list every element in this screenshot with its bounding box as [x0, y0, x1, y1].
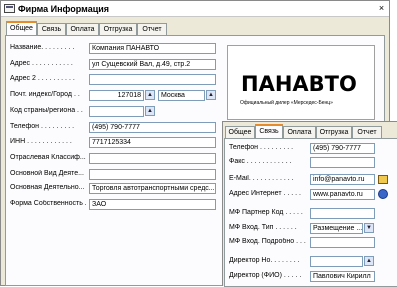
main-activity-field[interactable]: [89, 169, 216, 180]
dropdown-arrow-icon[interactable]: ▲: [364, 256, 374, 266]
close-button[interactable]: ×: [376, 3, 387, 14]
dropdown-arrow-icon[interactable]: ▲: [206, 90, 216, 100]
contact-window: Общее Связь Оплата Отгрузка Отчет Телефо…: [222, 121, 397, 287]
window-title: Фирма Информация: [18, 4, 110, 14]
name-field[interactable]: Компания ПАНАВТО: [89, 43, 216, 54]
mf-type-label: МФ Вход. Тип . . . . . .: [229, 224, 297, 231]
country-label: Код страны/региона . .: [10, 107, 83, 114]
form-icon: [4, 4, 15, 13]
inn-label: ИНН . . . . . . . . . . . .: [10, 138, 72, 145]
logo-text: ПАНАВТО: [241, 72, 357, 96]
country-field[interactable]: [89, 106, 144, 117]
address-label: Адрес . . . . . . . . . . .: [10, 60, 73, 67]
contact-phone-label: Телефон . . . . . . . . .: [229, 144, 294, 151]
name-label: Название. . . . . . . . .: [10, 44, 75, 51]
address2-field[interactable]: [89, 74, 216, 85]
website-field[interactable]: www.panavto.ru: [310, 189, 375, 200]
director-no-field[interactable]: [310, 256, 363, 267]
tab-contact[interactable]: Связь: [255, 124, 283, 138]
globe-icon[interactable]: [378, 189, 388, 199]
address2-label: Адрес 2 . . . . . . . . . .: [10, 75, 75, 82]
main-activity2-label: Основная Деятельно...: [10, 184, 85, 191]
main-activity2-field[interactable]: Торговля автотранспортными средс...: [89, 183, 216, 194]
mf-detail-field[interactable]: [310, 237, 375, 248]
mail-icon[interactable]: [378, 175, 388, 184]
phone-label: Телефон . . . . . . . . .: [10, 123, 75, 130]
dropdown-arrow-icon[interactable]: ▼: [364, 223, 374, 233]
title-bar: Фирма Информация ×: [1, 1, 389, 17]
fax-label: Факс . . . . . . . . . . . .: [229, 158, 292, 165]
industry-field[interactable]: [89, 153, 216, 164]
inn-field[interactable]: 7717125334: [89, 137, 216, 148]
contact-phone-field[interactable]: (495) 790-7777: [310, 143, 375, 154]
address-field[interactable]: ул Сущевский Вал, д.49, стр.2: [89, 59, 216, 70]
mf-type-field[interactable]: Размещение ...: [310, 223, 363, 234]
fax-field[interactable]: [310, 157, 375, 168]
main-activity-label: Основной Вид Деяте...: [10, 170, 84, 177]
company-logo: ПАНАВТО Официальный дилер «Мерседес-Бенц…: [227, 45, 375, 120]
mf-partner-field[interactable]: [310, 208, 375, 219]
email-label: E-Mail. . . . . . . . . . . .: [229, 175, 294, 182]
mf-partner-label: МФ Партнер Код . . . . .: [229, 209, 303, 216]
tab-general[interactable]: Общее: [6, 21, 37, 35]
mf-detail-label: МФ Вход. Подробно . . .: [229, 238, 306, 245]
postal-label: Почт. индекс/Город . .: [10, 91, 80, 98]
email-field[interactable]: info@panavto.ru: [310, 174, 375, 185]
logo-subtitle: Официальный дилер «Мерседес-Бенц»: [240, 100, 333, 106]
ownership-field[interactable]: ЗАО: [89, 199, 216, 210]
director-no-label: Директор Но. . . . . . . .: [229, 257, 300, 264]
postal-code-field[interactable]: 127018: [89, 90, 144, 101]
ownership-label: Форма Собственность . .: [10, 200, 86, 207]
dropdown-arrow-icon[interactable]: ▲: [145, 106, 155, 116]
director-name-label: Директор (ФИО) . . . . .: [229, 272, 302, 279]
phone-field[interactable]: (495) 790-7777: [89, 122, 216, 133]
website-label: Адрес Интернет . . . . .: [229, 190, 301, 197]
industry-label: Отраслевая Классиф...: [10, 154, 86, 161]
director-name-field[interactable]: Павлович Кирилл: [310, 271, 375, 282]
city-field[interactable]: Москва: [158, 90, 205, 101]
dropdown-arrow-icon[interactable]: ▲: [145, 90, 155, 100]
